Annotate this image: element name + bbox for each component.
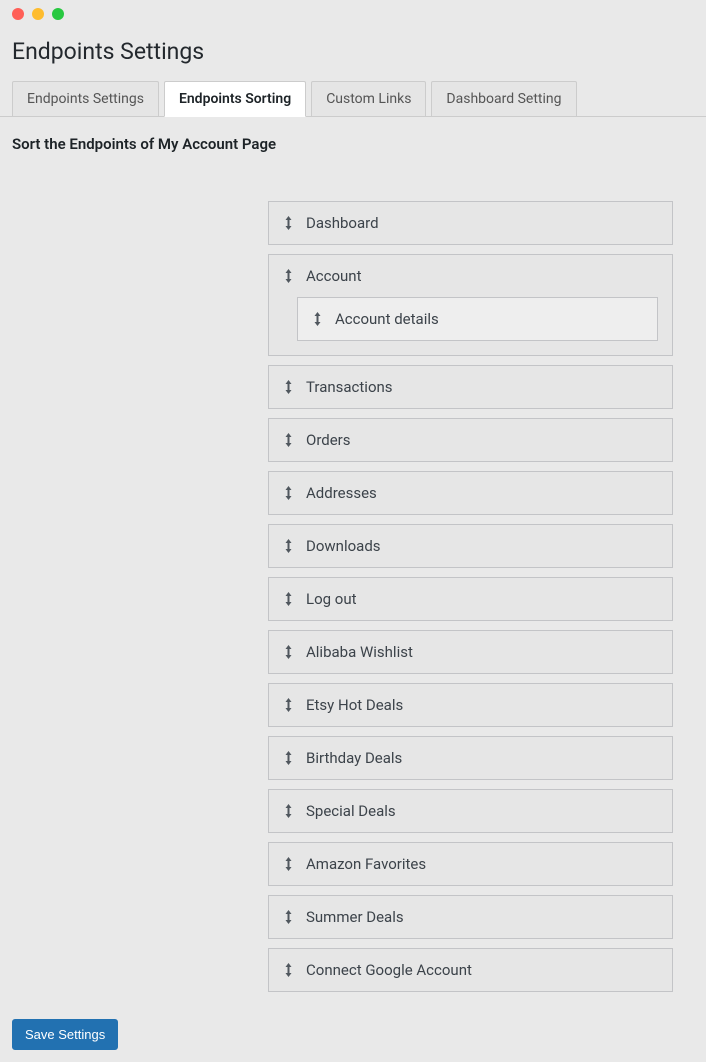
sort-area: Dashboard Account Account details [12,201,694,992]
sort-item-summer-deals[interactable]: Summer Deals [268,895,673,939]
sort-item-special-deals[interactable]: Special Deals [268,789,673,833]
content: Sort the Endpoints of My Account Page Da… [0,117,706,1007]
sort-vertical-icon [283,645,294,659]
sort-vertical-icon [283,910,294,924]
sort-item-label: Amazon Favorites [306,855,426,873]
tab-endpoints-settings[interactable]: Endpoints Settings [12,81,159,116]
sort-item-label: Alibaba Wishlist [306,643,413,661]
sort-item-label: Summer Deals [306,908,404,926]
sort-item-label: Downloads [306,537,381,555]
sort-item-label: Orders [306,431,351,449]
sort-vertical-icon [283,857,294,871]
sort-item-label: Etsy Hot Deals [306,696,403,714]
window-close-button[interactable] [12,8,24,20]
sort-vertical-icon [283,216,294,230]
sort-item-orders[interactable]: Orders [268,418,673,462]
sort-item-label: Log out [306,590,357,608]
sort-item-connect-google[interactable]: Connect Google Account [268,948,673,992]
section-title: Sort the Endpoints of My Account Page [12,135,694,153]
sort-group-header[interactable]: Account [283,267,658,285]
sort-vertical-icon [283,751,294,765]
window-maximize-button[interactable] [52,8,64,20]
save-settings-button[interactable]: Save Settings [12,1019,118,1050]
sort-item-label: Addresses [306,484,377,502]
page-title: Endpoints Settings [0,28,706,81]
sort-vertical-icon [283,269,294,283]
sort-vertical-icon [312,312,323,326]
sort-group-account[interactable]: Account Account details [268,254,673,356]
sort-item-transactions[interactable]: Transactions [268,365,673,409]
tab-custom-links[interactable]: Custom Links [311,81,426,116]
sort-item-amazon-favorites[interactable]: Amazon Favorites [268,842,673,886]
sort-vertical-icon [283,698,294,712]
sort-item-addresses[interactable]: Addresses [268,471,673,515]
sort-vertical-icon [283,804,294,818]
tabs: Endpoints Settings Endpoints Sorting Cus… [0,81,706,117]
titlebar [0,0,706,28]
sort-item-birthday-deals[interactable]: Birthday Deals [268,736,673,780]
sort-item-downloads[interactable]: Downloads [268,524,673,568]
sort-item-logout[interactable]: Log out [268,577,673,621]
sort-item-label: Transactions [306,378,393,396]
footer: Save Settings [0,1007,706,1062]
sort-item-label: Birthday Deals [306,749,402,767]
sort-item-dashboard[interactable]: Dashboard [268,201,673,245]
sort-vertical-icon [283,963,294,977]
sort-vertical-icon [283,433,294,447]
sort-vertical-icon [283,486,294,500]
sort-vertical-icon [283,592,294,606]
sort-vertical-icon [283,380,294,394]
window-minimize-button[interactable] [32,8,44,20]
sort-item-label: Account [306,267,362,285]
sort-subitem-account-details[interactable]: Account details [297,297,658,341]
tab-dashboard-setting[interactable]: Dashboard Setting [431,81,576,116]
sort-item-label: Account details [335,310,439,328]
sort-item-label: Special Deals [306,802,396,820]
window: Endpoints Settings Endpoints Settings En… [0,0,706,1062]
tab-endpoints-sorting[interactable]: Endpoints Sorting [164,81,306,117]
sort-item-etsy-hot-deals[interactable]: Etsy Hot Deals [268,683,673,727]
sort-item-label: Dashboard [306,214,379,232]
sort-item-label: Connect Google Account [306,961,472,979]
sort-vertical-icon [283,539,294,553]
sort-item-alibaba-wishlist[interactable]: Alibaba Wishlist [268,630,673,674]
